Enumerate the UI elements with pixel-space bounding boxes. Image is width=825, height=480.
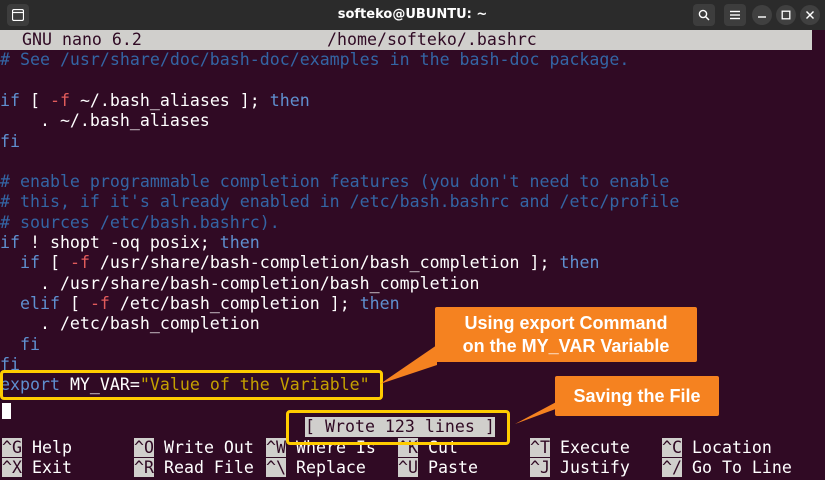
shortcut-label: Replace [295, 458, 366, 478]
code-token: /etc/bash_completion ]; [109, 293, 360, 313]
editor-line[interactable]: # See /usr/share/doc/bash-doc/examples i… [0, 50, 629, 70]
nano-filepath: /home/softeko/.bashrc [327, 30, 537, 49]
code-token: [ [19, 90, 50, 110]
save-callout: Saving the File [555, 376, 719, 416]
shortcut-item: ^\ Replace [266, 458, 366, 478]
shortcut-key: ^O [134, 438, 154, 457]
search-icon [698, 9, 710, 21]
shortcut-item: ^C Location [662, 438, 772, 458]
code-token: /usr/share/bash-completion/bash_completi… [89, 253, 560, 273]
code-token: then [269, 90, 310, 110]
minimize-icon [758, 16, 766, 18]
code-token: fi [19, 334, 40, 354]
shortcut-label: Location [691, 438, 772, 457]
menu-button[interactable] [724, 4, 746, 26]
shortcut-item: ^R Read File [134, 458, 254, 478]
code-token: -f [89, 293, 110, 313]
shortcut-item: ^U Paste [398, 458, 478, 478]
editor-line[interactable]: . /usr/share/bash-completion/bash_comple… [0, 274, 480, 294]
close-icon [806, 11, 814, 19]
code-token: if [0, 233, 20, 252]
editor-line[interactable]: # sources /etc/bash.bashrc). [0, 213, 280, 233]
code-token: -f [49, 90, 70, 110]
shortcut-key: ^\ [266, 458, 286, 478]
minimize-button[interactable] [752, 5, 772, 25]
export-line-highlight [0, 370, 383, 400]
shortcut-key: ^/ [662, 458, 682, 478]
code-token: ! shopt -oq posix; [19, 233, 220, 252]
shortcut-item: ^J Justify [530, 458, 630, 478]
shortcut-label: Write Out [163, 438, 254, 457]
code-token: # enable programmable completion feature… [0, 172, 670, 192]
code-token: if [0, 90, 20, 110]
shortcut-key: ^U [398, 458, 418, 478]
shortcut-label: Paste [427, 458, 478, 478]
code-token: then [559, 253, 600, 273]
search-button[interactable] [693, 4, 715, 26]
code-token: . ~/.bash_aliases [0, 111, 210, 131]
editor-line[interactable]: # enable programmable completion feature… [0, 172, 669, 192]
shortcut-item: ^O Write Out [134, 438, 254, 458]
window-titlebar: softeko@UBUNTU: ~ [0, 0, 825, 31]
maximize-button[interactable] [776, 5, 796, 25]
shortcut-item: ^/ Go To Line [662, 458, 792, 478]
shortcut-item: ^T Execute [530, 438, 630, 458]
shortcut-label: Justify [559, 458, 630, 478]
shortcut-key: ^X [2, 458, 22, 478]
nano-header: GNU nano 6.2 /home/softeko/.bashrc [0, 30, 812, 51]
code-token: . /usr/share/bash-completion/bash_comple… [0, 273, 480, 293]
code-token: [ [39, 253, 70, 273]
code-token: # See /usr/share/doc/bash-doc/examples i… [0, 50, 630, 70]
code-token: # sources /etc/bash.bashrc). [0, 212, 280, 232]
shortcut-label: Help [31, 438, 72, 457]
shortcut-key: ^T [530, 438, 550, 457]
code-token: if [19, 253, 40, 273]
editor-line[interactable]: if ! shopt -oq posix; then [0, 233, 260, 253]
editor-line[interactable]: fi [0, 132, 20, 152]
export-callout: Using export Command on the MY_VAR Varia… [435, 307, 697, 362]
code-token: [ [59, 293, 90, 313]
editor-line[interactable]: fi [0, 335, 40, 355]
code-token: then [219, 233, 260, 252]
code-token: elif [19, 293, 60, 313]
shortcut-item: ^X Exit [2, 458, 72, 478]
editor-line[interactable]: . /etc/bash_completion [0, 314, 260, 334]
code-token: fi [0, 131, 20, 151]
nano-version: GNU nano 6.2 [22, 30, 142, 49]
shortcut-label: Execute [559, 438, 630, 457]
code-token: then [359, 293, 400, 313]
code-token: ~/.bash_aliases ]; [69, 90, 270, 110]
editor-line[interactable]: # this, if it's already enabled in /etc/… [0, 192, 679, 212]
status-message-highlight [286, 410, 510, 445]
shortcut-item: ^G Help [2, 438, 72, 458]
editor-line[interactable]: if [ -f ~/.bash_aliases ]; then [0, 91, 310, 111]
code-token: -f [69, 253, 90, 273]
text-cursor [2, 403, 11, 419]
shortcut-key: ^R [134, 458, 154, 478]
editor-line[interactable]: elif [ -f /etc/bash_completion ]; then [0, 294, 400, 314]
code-token: . /etc/bash_completion [0, 314, 260, 334]
code-token: # this, if it's already enabled in /etc/… [0, 192, 680, 212]
editor-line[interactable]: . ~/.bash_aliases [0, 111, 210, 131]
editor-line[interactable]: if [ -f /usr/share/bash-completion/bash_… [0, 253, 599, 273]
shortcut-key: ^G [2, 438, 22, 457]
shortcut-key: ^W [266, 438, 286, 457]
maximize-icon [781, 10, 791, 20]
shortcut-label: Go To Line [691, 458, 792, 478]
close-button[interactable] [800, 5, 820, 25]
shortcut-key: ^J [530, 458, 550, 478]
shortcut-key: ^C [662, 438, 682, 457]
hamburger-menu-icon [730, 10, 740, 20]
shortcut-label: Read File [163, 458, 254, 478]
shortcut-label: Exit [31, 458, 72, 478]
